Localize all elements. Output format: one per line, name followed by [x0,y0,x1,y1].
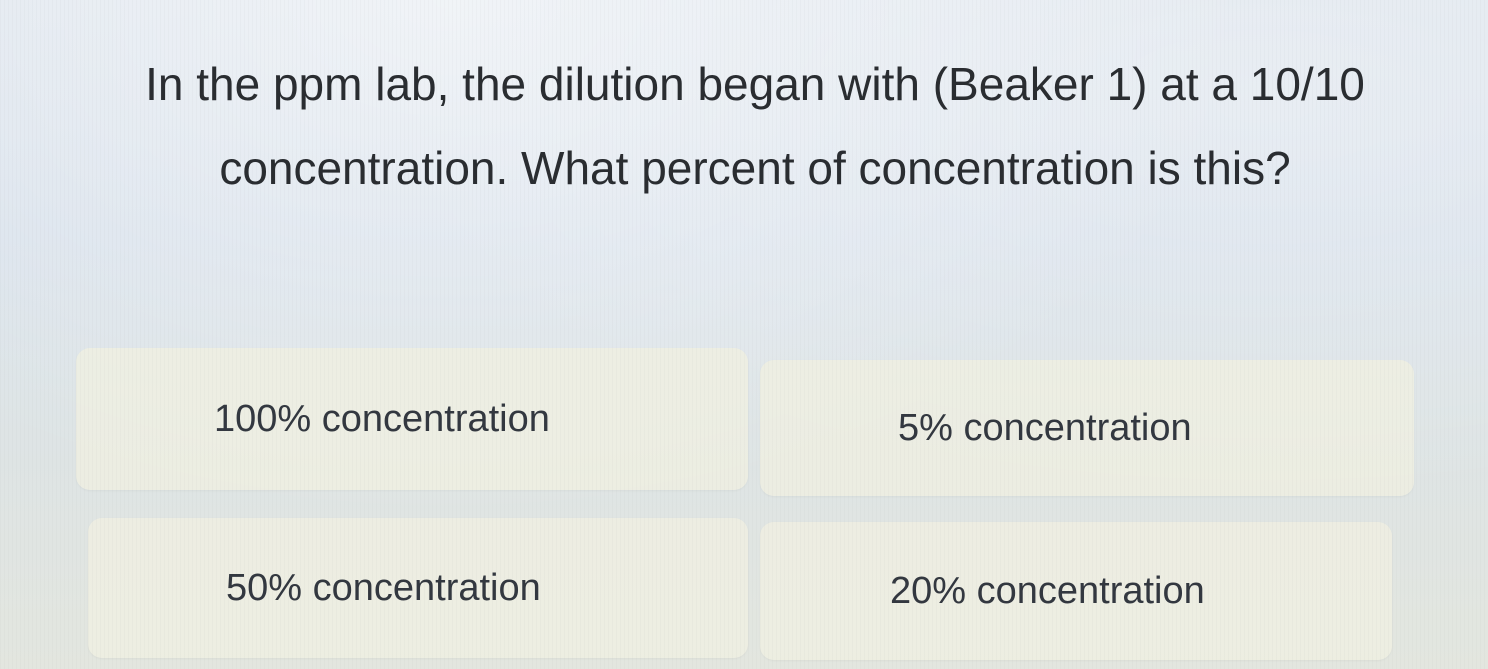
answer-option-label: 20% concentration [890,569,1205,612]
answer-option-5-percent[interactable]: 5% concentration [760,360,1414,496]
answer-option-label: 100% concentration [214,397,550,440]
answer-option-20-percent[interactable]: 20% concentration [760,522,1392,660]
answer-option-label: 50% concentration [226,566,541,609]
answer-option-label: 5% concentration [898,406,1192,449]
answer-option-50-percent[interactable]: 50% concentration [88,518,748,658]
answer-option-100-percent[interactable]: 100% concentration [76,348,748,490]
question-text: In the ppm lab, the dilution began with … [145,58,1365,194]
